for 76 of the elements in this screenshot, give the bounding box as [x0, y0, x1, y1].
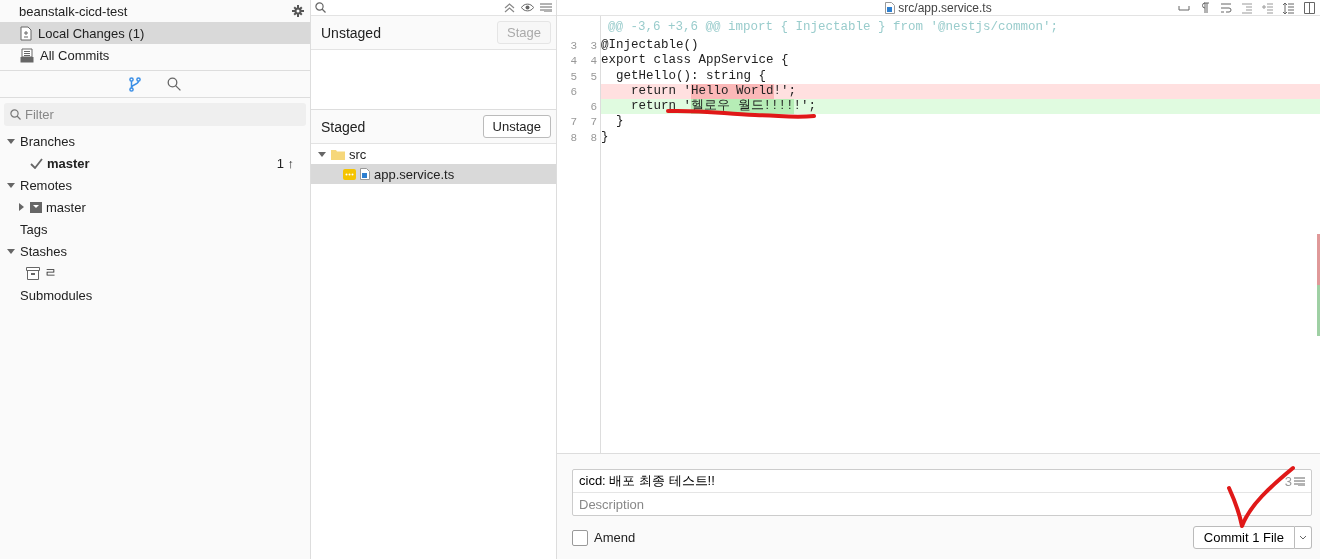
check-mark-annotation: [1226, 465, 1296, 530]
expanded-arrow-icon[interactable]: [6, 180, 16, 190]
tree-item-label[interactable]: ㄹ: [44, 264, 57, 282]
collapse-all-icon[interactable]: [504, 2, 515, 13]
search-icon[interactable]: [167, 77, 181, 91]
inbox-icon: [20, 47, 34, 63]
line-number: 7: [589, 115, 597, 131]
commit-button[interactable]: Commit 1 File: [1192, 526, 1295, 549]
code-line: }: [601, 129, 610, 146]
section-label[interactable]: Tags: [20, 221, 48, 237]
section-label[interactable]: Stashes: [20, 243, 67, 259]
line-number: 6: [569, 84, 577, 100]
split-view-icon[interactable]: [1304, 1, 1316, 14]
line-number: 5: [569, 69, 577, 85]
line-number: 8: [589, 130, 597, 146]
pilcrow-icon[interactable]: [1199, 1, 1211, 14]
nav-item[interactable]: All Commits: [0, 44, 310, 66]
document-icon: [20, 25, 32, 41]
tree-item-label[interactable]: master: [46, 199, 86, 215]
section-label[interactable]: Submodules: [20, 287, 93, 303]
file-name: app.service.ts: [374, 166, 455, 182]
search-icon[interactable]: [315, 2, 326, 13]
file-path: src/app.service.ts: [898, 0, 992, 15]
code-line: export class AppService {: [601, 53, 790, 69]
commit-message-box[interactable]: cicd: 배포 최종 테스트!! 3 Description: [572, 469, 1312, 516]
code-line: getHello(): string {: [615, 68, 768, 84]
repo-title: beanstalk-cicd-test: [19, 3, 128, 19]
ahead-count: 1 ↑: [276, 155, 295, 171]
settings-icon[interactable]: [292, 5, 304, 17]
eye-icon[interactable]: [521, 3, 534, 12]
cloud-box-icon: [30, 201, 42, 213]
file-name: src: [349, 146, 367, 162]
folder-icon: [331, 148, 345, 160]
nav-item[interactable]: Local Changes (1): [0, 22, 310, 44]
file-tree-row[interactable]: app.service.ts: [311, 164, 556, 184]
section-label[interactable]: Branches: [20, 133, 75, 149]
hunk-header: @@ -3,6 +3,6 @@ import { Injectable } from '@nestjs/common';: [607, 19, 1060, 36]
added-marker: [1317, 285, 1320, 336]
section-title: Unstaged: [321, 24, 381, 41]
code-line: }: [615, 114, 625, 130]
line-number: 4: [589, 54, 597, 70]
add-lines-icon[interactable]: [1262, 1, 1274, 14]
removed-marker: [1317, 234, 1320, 285]
amend-checkbox[interactable]: [572, 529, 588, 546]
line-number: 5: [589, 69, 597, 85]
expanded-arrow-icon[interactable]: [6, 136, 16, 146]
commit-message-field[interactable]: cicd: 배포 최종 테스트!!: [579, 473, 1285, 489]
character-count: 3: [1284, 473, 1292, 489]
filter-box[interactable]: Filter: [4, 103, 306, 126]
filter-field[interactable]: Filter: [25, 107, 285, 122]
line-number: 3: [569, 39, 577, 54]
caret-icon: [1299, 535, 1307, 540]
section-title: Staged: [321, 118, 366, 135]
section-label[interactable]: Remotes: [20, 177, 73, 193]
line-number: 4: [569, 54, 577, 70]
line-number: 8: [569, 130, 577, 146]
archive-box-icon: [26, 266, 40, 280]
collapsed-arrow-icon[interactable]: [16, 202, 26, 212]
menu-icon[interactable]: [1294, 476, 1305, 486]
search-icon: [10, 109, 21, 120]
branch-icon[interactable]: [129, 76, 141, 92]
file-icon: [885, 1, 896, 14]
line-number: 7: [569, 115, 577, 131]
line-number: 3: [589, 39, 597, 54]
unstage-button[interactable]: Unstage: [482, 115, 551, 138]
file-tree-row[interactable]: src: [311, 144, 556, 164]
wrap-icon[interactable]: [1220, 1, 1232, 14]
line-number: 6: [589, 100, 597, 116]
menu-icon[interactable]: [540, 3, 552, 12]
file-icon: [360, 168, 370, 180]
code-line: @Injectable(): [601, 38, 700, 54]
expanded-arrow-icon[interactable]: [6, 246, 16, 256]
tree-item-label[interactable]: master: [47, 155, 90, 171]
amend-label[interactable]: Amend: [594, 530, 636, 545]
expand-lines-icon[interactable]: [1283, 1, 1295, 14]
description-field[interactable]: Description: [579, 496, 1305, 512]
